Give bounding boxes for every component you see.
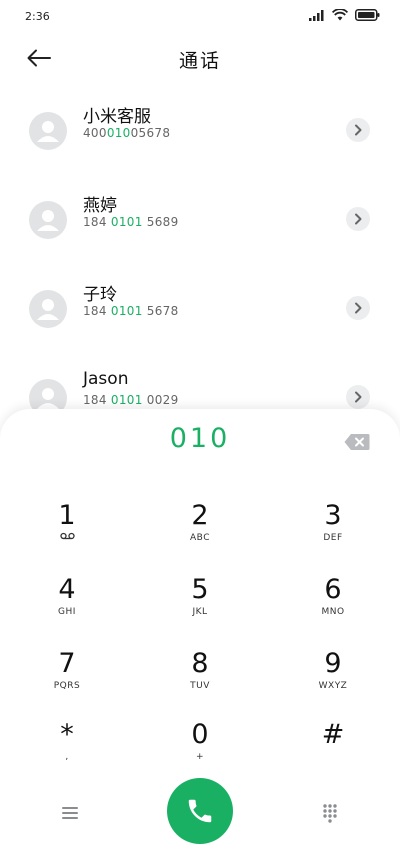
key-digit: # (321, 719, 345, 750)
contact-name: 燕婷 (83, 196, 117, 216)
contact-name: Jason (83, 369, 129, 389)
chevron-right-icon (355, 391, 362, 403)
contact-detail-button[interactable] (346, 118, 370, 142)
key-letters: TUV (190, 681, 210, 691)
key-3[interactable]: 3 DEF (283, 500, 383, 560)
key-letters: PQRS (53, 681, 81, 691)
dialpad-icon (323, 804, 337, 823)
key-2[interactable]: 2 ABC (150, 500, 250, 560)
key-5[interactable]: 5 JKL (150, 574, 250, 634)
dialer-panel: 010 1 2 ABC 3 DEF 4 GHI 5 JKL 6 MNO 7 PQ… (0, 409, 400, 866)
wifi-icon (332, 9, 348, 21)
number-match: 0101 (110, 215, 143, 229)
key-star[interactable]: * , (17, 719, 117, 779)
menu-icon (62, 807, 78, 819)
key-digit: 7 (58, 648, 76, 679)
key-digit: 4 (58, 574, 76, 605)
contact-avatar (29, 290, 67, 328)
key-letters: ABC (190, 533, 210, 543)
key-letters: , (65, 752, 69, 762)
key-letters: GHI (58, 607, 76, 617)
key-9[interactable]: 9 WXYZ (283, 648, 383, 708)
key-7[interactable]: 7 PQRS (17, 648, 117, 708)
phone-icon (188, 799, 212, 823)
key-letters (17, 532, 117, 544)
menu-button[interactable] (56, 801, 84, 825)
contact-item[interactable]: 小米客服 40001005678 (0, 107, 400, 200)
key-digit: 6 (324, 574, 342, 605)
contact-avatar (29, 112, 67, 150)
key-digit: 8 (191, 648, 209, 679)
person-icon (37, 210, 59, 231)
key-letters: DEF (323, 533, 343, 543)
contact-detail-button[interactable] (346, 385, 370, 409)
key-letters: JKL (192, 607, 208, 617)
status-bar: 2:36 (0, 0, 400, 34)
chevron-right-icon (355, 213, 362, 225)
contact-number: 184 0101 5689 (83, 215, 179, 229)
key-hash[interactable]: # (283, 719, 383, 779)
person-icon (37, 299, 59, 320)
contact-item[interactable]: 子玲 184 0101 5678 (0, 285, 400, 378)
number-match: 0101 (110, 304, 143, 318)
top-bar: 通话 (0, 34, 400, 82)
contact-number: 184 0101 5678 (83, 304, 179, 318)
person-icon (37, 121, 59, 142)
key-digit: * (60, 719, 74, 750)
page-title: 通话 (178, 50, 221, 72)
key-letters: MNO (321, 607, 345, 617)
voicemail-icon (59, 532, 75, 540)
key-letters: WXYZ (318, 681, 348, 691)
chevron-right-icon (355, 302, 362, 314)
battery-icon (355, 9, 380, 21)
contact-detail-button[interactable] (346, 207, 370, 231)
call-button[interactable] (167, 778, 233, 844)
signal-icon (309, 9, 324, 21)
contact-item[interactable]: 燕婷 184 0101 5689 (0, 196, 400, 289)
contact-avatar (29, 201, 67, 239)
status-time: 2:36 (25, 10, 50, 23)
contact-name: 子玲 (83, 285, 117, 305)
backspace-button[interactable] (344, 433, 370, 451)
key-letters: + (195, 752, 205, 762)
dialer-bottom-bar (0, 778, 400, 848)
number-match: 0101 (110, 393, 143, 407)
contact-name: 小米客服 (83, 107, 151, 127)
key-8[interactable]: 8 TUV (150, 648, 250, 708)
key-digit: 5 (191, 574, 209, 605)
key-digit: 2 (191, 500, 209, 531)
key-digit: 1 (58, 500, 76, 531)
dialed-number: 010 (169, 423, 231, 454)
key-digit: 0 (191, 719, 209, 750)
key-digit: 3 (324, 500, 342, 531)
chevron-right-icon (355, 124, 362, 136)
contact-detail-button[interactable] (346, 296, 370, 320)
contact-number: 40001005678 (83, 126, 171, 140)
key-1[interactable]: 1 (17, 500, 117, 560)
backspace-icon (344, 434, 370, 450)
key-4[interactable]: 4 GHI (17, 574, 117, 634)
key-6[interactable]: 6 MNO (283, 574, 383, 634)
number-match: 010 (106, 126, 131, 140)
key-digit: 9 (324, 648, 342, 679)
key-0[interactable]: 0 + (150, 719, 250, 779)
dialpad-toggle-button[interactable] (316, 799, 344, 827)
contact-number: 184 0101 0029 (83, 393, 179, 407)
